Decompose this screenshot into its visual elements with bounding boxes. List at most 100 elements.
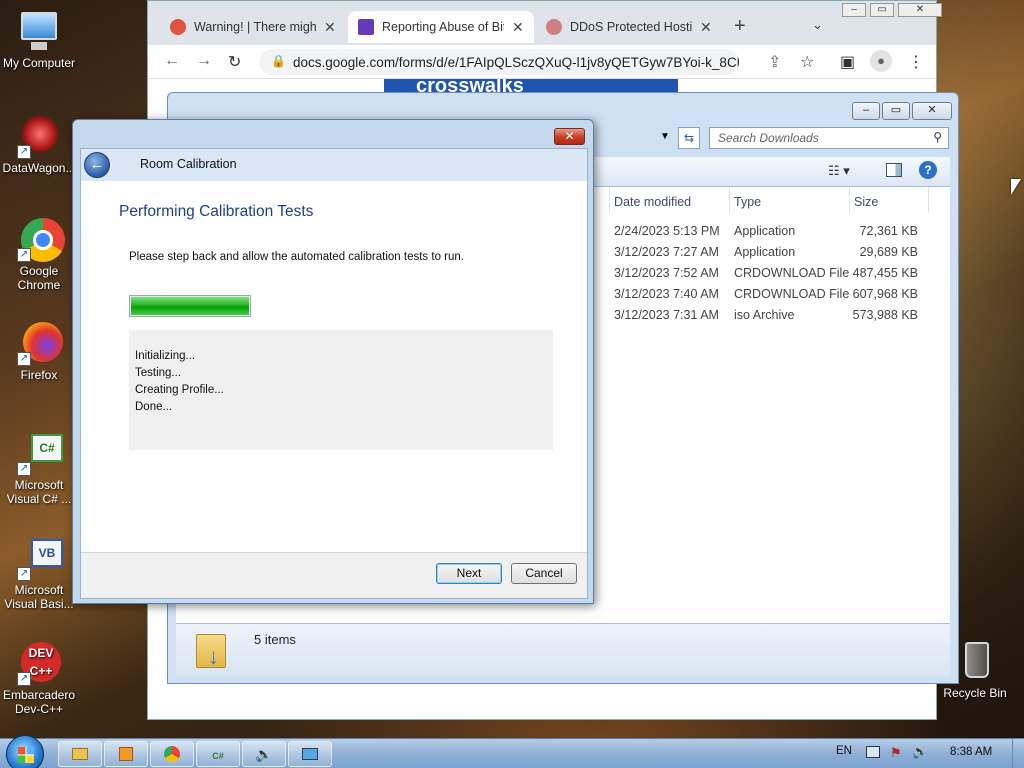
- shortcut-arrow-icon: ↗: [17, 567, 31, 581]
- url-text: docs.google.com/forms/d/e/1FAIpQLSczQXuQ…: [293, 54, 739, 70]
- taskbar-chrome[interactable]: [150, 741, 194, 767]
- desktop-icon-visual-basic[interactable]: VB ↗ Microsoft Visual Basi...: [1, 537, 77, 611]
- start-button[interactable]: [6, 735, 44, 768]
- back-button[interactable]: ←: [84, 152, 110, 178]
- preview-pane-icon[interactable]: [886, 163, 902, 177]
- tab-ddos-hosting[interactable]: DDoS Protected Hostin ✕: [536, 11, 722, 43]
- taskbar-sound[interactable]: 🔈: [242, 741, 286, 767]
- windows-logo-icon: [18, 747, 34, 763]
- clock[interactable]: 8:38 AM: [950, 746, 992, 758]
- network-icon[interactable]: [866, 746, 880, 758]
- shortcut-arrow-icon: ↗: [17, 145, 31, 159]
- tab-favicon-icon: [546, 19, 562, 35]
- log-line: Initializing...: [135, 350, 196, 362]
- desktop-icon-datawagon[interactable]: ↗ DataWagon...: [1, 115, 77, 175]
- next-button[interactable]: Next: [436, 563, 502, 584]
- firefox-icon: ↗: [17, 322, 63, 366]
- column-header-date[interactable]: Date modified: [614, 195, 691, 209]
- desktop-icon-label: My Computer: [2, 56, 76, 70]
- shortcut-arrow-icon: ↗: [17, 248, 31, 262]
- explorer-maximize-button[interactable]: ▭: [882, 102, 910, 120]
- shortcut-arrow-icon: ↗: [17, 672, 31, 686]
- menu-kebab-icon[interactable]: ⋮: [908, 52, 924, 72]
- search-placeholder: Search Downloads: [718, 131, 819, 145]
- desktop-icon-firefox[interactable]: ↗ Firefox: [1, 322, 77, 382]
- cancel-button[interactable]: Cancel: [511, 563, 577, 584]
- maximize-button[interactable]: ▭: [870, 3, 894, 17]
- tab-title: Reporting Abuse of Bit: [382, 20, 504, 34]
- shortcut-arrow-icon: ↗: [17, 352, 31, 366]
- close-button[interactable]: ✕: [898, 3, 942, 17]
- taskbar-visual-csharp[interactable]: C#: [196, 741, 240, 767]
- taskbar: C# 🔈 EN ⚑ 🔊 8:38 AM: [0, 735, 1024, 768]
- row-date: 3/12/2023 7:31 AM: [614, 308, 719, 322]
- desktop-icon-my-computer[interactable]: My Computer: [1, 10, 77, 70]
- row-type: Application: [734, 224, 796, 238]
- recycle-bin-icon: [953, 640, 997, 684]
- tab-close-icon[interactable]: ✕: [512, 19, 524, 36]
- tab-reporting-abuse[interactable]: Reporting Abuse of Bit ✕: [348, 11, 534, 43]
- dialog-title: Room Calibration: [140, 157, 237, 171]
- taskbar-calibration[interactable]: [288, 741, 332, 767]
- downloads-folder-icon: ↓: [196, 630, 230, 670]
- change-view-icon[interactable]: ☷ ▾: [828, 163, 850, 179]
- profile-avatar-icon[interactable]: ●: [870, 50, 892, 72]
- row-size: 487,455 KB: [852, 266, 918, 280]
- search-input[interactable]: Search Downloads ⚲: [709, 127, 949, 149]
- tab-title: Warning! | There might: [194, 20, 316, 34]
- dialog-footer: Next Cancel: [81, 552, 587, 598]
- desktop-icon-dev-cpp[interactable]: DEV C++ ↗ Embarcadero Dev-C++: [1, 642, 77, 716]
- tab-search-chevron-icon[interactable]: ⌄: [812, 17, 823, 33]
- desktop-icon-label: Microsoft Visual Basi...: [4, 583, 74, 611]
- reload-icon[interactable]: ↻: [228, 52, 241, 72]
- explorer-close-button[interactable]: ✕: [912, 102, 952, 120]
- back-arrow-icon[interactable]: ←: [164, 52, 180, 70]
- desktop-icon-visual-csharp[interactable]: C# ↗ Microsoft Visual C# ...: [1, 432, 77, 506]
- chrome-icon: [164, 746, 180, 762]
- action-center-flag-icon[interactable]: ⚑: [890, 745, 902, 761]
- help-icon[interactable]: ?: [919, 161, 937, 179]
- tab-close-icon[interactable]: ✕: [700, 19, 712, 36]
- volume-icon[interactable]: 🔊: [912, 744, 928, 760]
- row-size: 72,361 KB: [859, 224, 918, 238]
- new-tab-button[interactable]: +: [734, 15, 746, 38]
- tab-warning[interactable]: Warning! | There might ✕: [160, 11, 346, 43]
- search-icon: ⚲: [933, 130, 942, 144]
- dialog-close-button[interactable]: ✕: [554, 128, 585, 145]
- forward-arrow-icon[interactable]: →: [196, 52, 212, 70]
- log-line: Testing...: [135, 367, 182, 379]
- row-type: Application: [734, 245, 796, 259]
- bookmark-star-icon[interactable]: ☆: [800, 52, 814, 72]
- language-indicator[interactable]: EN: [836, 745, 852, 757]
- visual-basic-icon: VB ↗: [17, 537, 63, 581]
- tab-favicon-icon: [170, 19, 186, 35]
- datawagon-icon: ↗: [17, 115, 61, 159]
- row-date: 3/12/2023 7:40 AM: [614, 287, 719, 301]
- row-type: iso Archive: [734, 308, 795, 322]
- share-icon[interactable]: ⇪: [768, 52, 781, 72]
- row-size: 573,988 KB: [852, 308, 918, 322]
- taskbar-explorer[interactable]: [58, 741, 102, 767]
- explorer-minimize-button[interactable]: ‒: [852, 102, 880, 120]
- side-panel-icon[interactable]: ▣: [840, 52, 855, 72]
- minimize-button[interactable]: ‒: [842, 3, 866, 17]
- refresh-icon[interactable]: ⇆: [678, 127, 700, 149]
- column-header-type[interactable]: Type: [734, 195, 761, 209]
- log-line: Creating Profile...: [135, 384, 224, 396]
- desktop-icon-label: Embarcadero Dev-C++: [2, 688, 76, 716]
- page-heading: Performing Calibration Tests: [119, 203, 314, 220]
- address-bar[interactable]: 🔒 docs.google.com/forms/d/e/1FAIpQLSczQX…: [259, 49, 739, 75]
- display-icon: [302, 748, 318, 760]
- column-header-size[interactable]: Size: [854, 195, 878, 209]
- row-type: CRDOWNLOAD File: [734, 266, 850, 280]
- show-desktop-button[interactable]: [1012, 739, 1024, 768]
- taskbar-media-player[interactable]: [104, 741, 148, 767]
- desktop-icon-label: DataWagon...: [2, 161, 76, 175]
- log-line: Done...: [135, 401, 173, 413]
- address-dropdown-icon[interactable]: ▼: [660, 131, 670, 142]
- chrome-icon: ↗: [17, 218, 65, 262]
- computer-icon: [17, 10, 61, 54]
- tab-close-icon[interactable]: ✕: [324, 19, 336, 36]
- status-log: Initializing... Testing... Creating Prof…: [129, 330, 553, 450]
- desktop-icon-google-chrome[interactable]: ↗ Google Chrome: [1, 218, 77, 292]
